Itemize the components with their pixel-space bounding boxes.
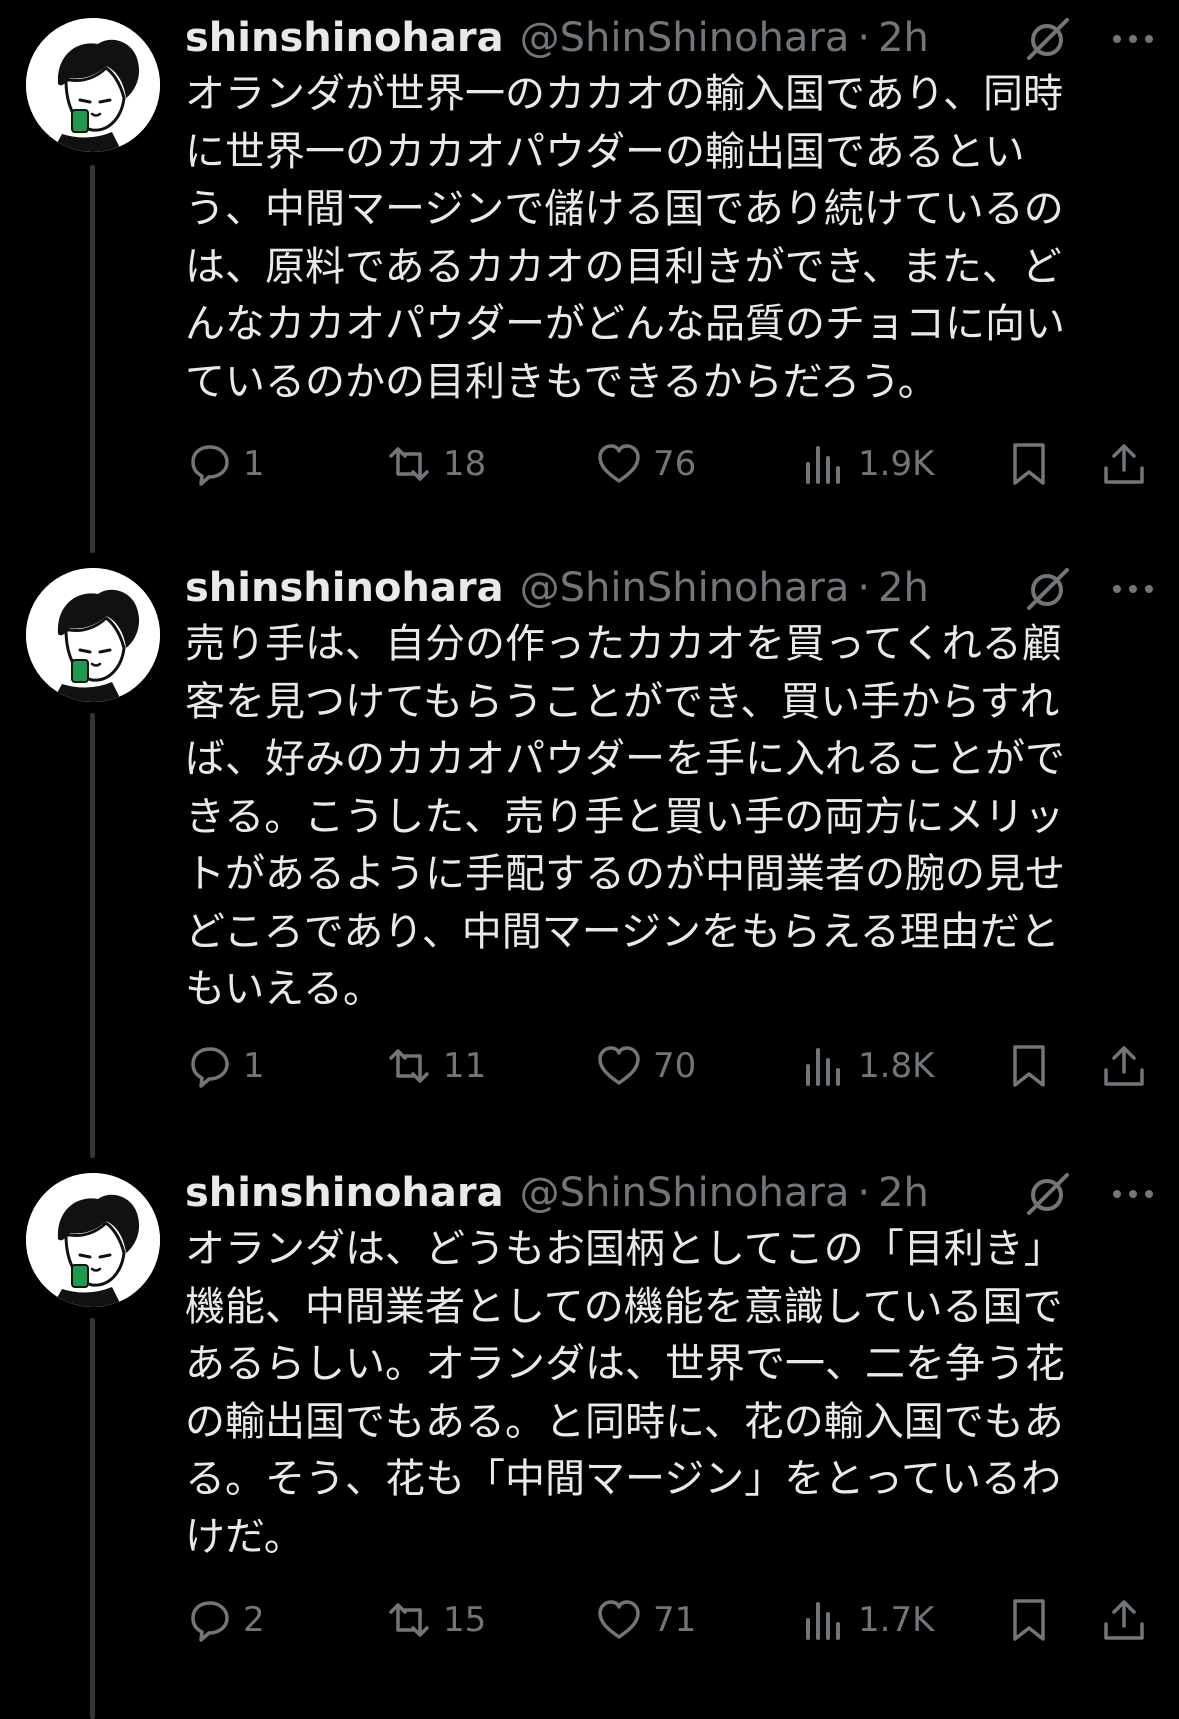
timestamp[interactable]: 2h (878, 10, 929, 66)
reply-count: 1 (243, 444, 265, 484)
avatar[interactable] (26, 568, 160, 702)
share-button[interactable] (1100, 1038, 1148, 1094)
separator-dot: · (857, 15, 871, 61)
tweet-header: shinshinohara @ShinShinohara · 2h (185, 10, 1165, 66)
tweet[interactable]: shinshinohara @ShinShinohara · 2h 売り手は、自… (0, 550, 1179, 1155)
grok-icon[interactable] (1025, 566, 1071, 612)
like-count: 71 (653, 1600, 697, 1640)
bookmark-button[interactable] (1005, 1038, 1053, 1094)
share-button[interactable] (1100, 1592, 1148, 1648)
display-name[interactable]: shinshinohara (185, 560, 504, 616)
timestamp[interactable]: 2h (878, 1165, 929, 1221)
user-handle[interactable]: @ShinShinohara (520, 1165, 850, 1221)
avatar[interactable] (26, 1173, 160, 1307)
share-button[interactable] (1100, 436, 1148, 492)
views-count: 1.9K (858, 444, 935, 484)
share-icon (1104, 1600, 1144, 1640)
grok-icon[interactable] (1025, 16, 1071, 62)
cartoon-avatar-icon (26, 1173, 160, 1307)
retweet-icon (389, 1049, 429, 1083)
cartoon-avatar-icon (26, 568, 160, 702)
retweet-count: 18 (443, 444, 487, 484)
reply-count: 2 (243, 1600, 265, 1640)
views-chart-icon (806, 446, 840, 484)
retweet-button[interactable]: 11 (385, 1038, 486, 1094)
separator-dot: · (857, 565, 871, 611)
more-dots-icon[interactable] (1105, 566, 1161, 612)
tweet-text: オランダが世界一のカカオの輸入国であり、同時 に世界一のカカオパウダーの輸出国で… (185, 71, 1065, 405)
views-button[interactable]: 1.8K (800, 1038, 934, 1094)
retweet-button[interactable]: 18 (385, 436, 486, 492)
like-button[interactable]: 70 (595, 1038, 696, 1094)
bookmark-icon (1013, 1599, 1045, 1641)
heart-icon (598, 1046, 640, 1085)
tweet-text: オランダは、どうもお国柄としてこの「目利き」 機能、中間業者としての機能を意識し… (185, 1226, 1065, 1560)
reply-icon (191, 1601, 229, 1642)
views-button[interactable]: 1.7K (800, 1592, 934, 1648)
bookmark-button[interactable] (1005, 1592, 1053, 1648)
tweet-text: 売り手は、自分の作ったカカオを買ってくれる顧 客を見つけてもらうことができ、買い… (185, 621, 1065, 1012)
timestamp[interactable]: 2h (878, 560, 929, 616)
tweet[interactable]: shinshinohara @ShinShinohara · 2h オランダが世… (0, 0, 1179, 550)
reply-icon (191, 445, 229, 486)
display-name[interactable]: shinshinohara (185, 1165, 504, 1221)
retweet-icon (389, 1603, 429, 1637)
share-icon (1104, 1046, 1144, 1086)
user-handle[interactable]: @ShinShinohara (520, 560, 850, 616)
reply-button[interactable]: 2 (185, 1592, 265, 1648)
heart-icon (598, 444, 640, 483)
avatar[interactable] (26, 18, 160, 152)
heart-icon (598, 1600, 640, 1639)
user-handle[interactable]: @ShinShinohara (520, 10, 850, 66)
tweet-header: shinshinohara @ShinShinohara · 2h (185, 1165, 1165, 1221)
views-count: 1.8K (858, 1046, 935, 1086)
cartoon-avatar-icon (26, 18, 160, 152)
views-button[interactable]: 1.9K (800, 436, 934, 492)
tweet-header: shinshinohara @ShinShinohara · 2h (185, 560, 1165, 616)
bookmark-icon (1013, 1045, 1045, 1087)
share-icon (1104, 444, 1144, 484)
reply-button[interactable]: 1 (185, 436, 265, 492)
reply-button[interactable]: 1 (185, 1038, 265, 1094)
action-bar: 1 11 70 1.8K (185, 1038, 1165, 1094)
retweet-button[interactable]: 15 (385, 1592, 486, 1648)
reply-count: 1 (243, 1046, 265, 1086)
retweet-count: 15 (443, 1600, 487, 1640)
views-chart-icon (806, 1602, 840, 1640)
retweet-icon (389, 447, 429, 481)
views-count: 1.7K (858, 1600, 935, 1640)
like-button[interactable]: 71 (595, 1592, 696, 1648)
action-bar: 1 18 76 1.9K (185, 436, 1165, 492)
reply-icon (191, 1047, 229, 1088)
bookmark-button[interactable] (1005, 436, 1053, 492)
action-bar: 2 15 71 1.7K (185, 1592, 1165, 1648)
views-chart-icon (806, 1048, 840, 1086)
grok-icon[interactable] (1025, 1171, 1071, 1217)
display-name[interactable]: shinshinohara (185, 10, 504, 66)
tweet[interactable]: shinshinohara @ShinShinohara · 2h オランダは、… (0, 1155, 1179, 1719)
like-count: 76 (653, 444, 697, 484)
more-dots-icon[interactable] (1105, 1171, 1161, 1217)
bookmark-icon (1013, 443, 1045, 485)
like-count: 70 (653, 1046, 697, 1086)
more-dots-icon[interactable] (1105, 16, 1161, 62)
like-button[interactable]: 76 (595, 436, 696, 492)
retweet-count: 11 (443, 1046, 487, 1086)
separator-dot: · (857, 1170, 871, 1216)
